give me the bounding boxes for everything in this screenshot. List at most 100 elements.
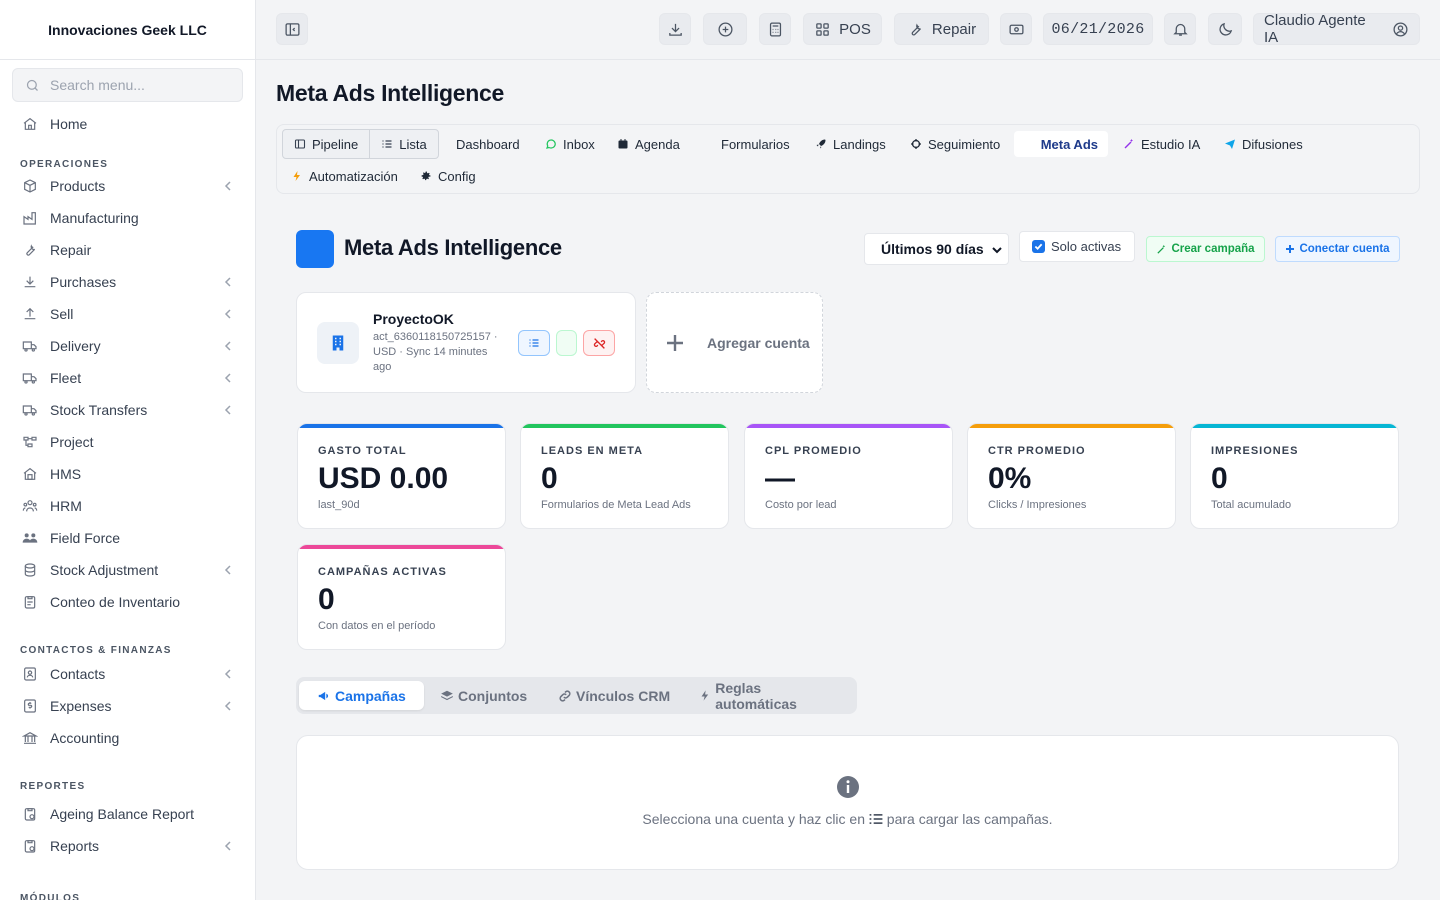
kpi-subtitle: Formularios de Meta Lead Ads xyxy=(541,499,691,511)
user-menu-button[interactable]: Claudio Agente IA xyxy=(1253,12,1420,46)
sidebar-item-reports[interactable]: Reports xyxy=(0,830,255,862)
sidebar-item-stock-transfers[interactable]: Stock Transfers xyxy=(0,394,255,426)
tab-label: Dashboard xyxy=(456,136,520,152)
add-button[interactable] xyxy=(703,13,747,45)
subtab-label: Conjuntos xyxy=(458,687,528,704)
tab-pipeline[interactable]: Pipeline xyxy=(283,130,369,158)
truck-icon xyxy=(22,373,37,384)
sidebar-item-contacts[interactable]: Contacts xyxy=(0,658,255,690)
subtab-vinculos-crm[interactable]: Vínculos CRM xyxy=(540,681,688,710)
chevron-left-icon xyxy=(224,341,231,351)
campaigns-empty-state: Selecciona una cuenta y haz clic en para… xyxy=(296,735,1399,870)
tab-lista[interactable]: Lista xyxy=(369,130,437,158)
box-icon xyxy=(24,179,36,193)
add-account-card[interactable]: Agregar cuenta xyxy=(646,292,823,393)
tab-meta-ads[interactable]: Meta Ads xyxy=(1014,131,1108,157)
sidebar-item-label: Manufacturing xyxy=(50,210,139,226)
kpi-value: USD 0.00 xyxy=(318,462,449,495)
tab-inbox[interactable]: Inbox xyxy=(535,131,605,157)
database-icon xyxy=(24,563,36,577)
kpi-card: IMPRESIONES 0 Total acumulado xyxy=(1190,423,1399,529)
calculator-button[interactable] xyxy=(759,13,791,45)
sidebar-item-manufacturing[interactable]: Manufacturing xyxy=(0,202,255,234)
people-icon xyxy=(22,533,38,543)
sidebar: Innovaciones Geek LLC Home OPERACIONES P… xyxy=(0,0,256,900)
sidebar-item-hms[interactable]: HMS xyxy=(0,458,255,490)
kpi-value: 0 xyxy=(541,462,558,495)
sidebar-item-products[interactable]: Products xyxy=(0,170,255,202)
unlink-account-button[interactable] xyxy=(583,330,615,356)
bank-icon xyxy=(22,731,38,744)
tab-automatizacion[interactable]: Automatización xyxy=(281,163,408,189)
sidebar-item-conteo-inventario[interactable]: Conteo de Inventario xyxy=(0,586,255,618)
sidebar-item-label: Products xyxy=(50,178,106,194)
subtab-conjuntos[interactable]: Conjuntos xyxy=(422,681,545,710)
sidebar-item-hrm[interactable]: HRM xyxy=(0,490,255,522)
notifications-button[interactable] xyxy=(1164,13,1196,45)
sidebar-item-purchases[interactable]: Purchases xyxy=(0,266,255,298)
tab-landings[interactable]: Landings xyxy=(805,131,896,157)
subtab-label: Reglas automáticas xyxy=(715,679,797,712)
view-toggle: Pipeline Lista xyxy=(282,129,439,159)
module-tabs: Pipeline Lista Dashboard Inbox Agenda Fo… xyxy=(276,124,1420,194)
kpi-card: LEADS EN META 0 Formularios de Meta Lead… xyxy=(520,423,729,529)
sidebar-item-label: Home xyxy=(50,116,88,132)
load-campaigns-button[interactable] xyxy=(518,330,550,356)
link-icon xyxy=(559,690,571,701)
date-range-select[interactable]: Últimos 90 días xyxy=(864,233,1009,265)
tab-dashboard[interactable]: Dashboard xyxy=(446,131,530,157)
sidebar-item-ageing-report[interactable]: Ageing Balance Report xyxy=(0,798,255,830)
tab-formularios[interactable]: Formularios xyxy=(711,131,800,157)
crosshair-icon xyxy=(911,139,921,149)
toggle-sidebar-button[interactable] xyxy=(276,13,308,45)
project-icon xyxy=(23,436,37,448)
date-display[interactable]: 06/21/2026 xyxy=(1043,13,1153,45)
campaign-subtabs: Campañas Conjuntos Vínculos CRM Reglas a… xyxy=(296,677,857,714)
repair-button[interactable]: Repair xyxy=(894,13,989,45)
subtab-campanas[interactable]: Campañas xyxy=(299,681,424,710)
section-operaciones: OPERACIONES xyxy=(20,159,109,170)
cash-button[interactable] xyxy=(1000,13,1032,45)
sidebar-item-delivery[interactable]: Delivery xyxy=(0,330,255,362)
tab-agenda[interactable]: Agenda xyxy=(607,131,690,157)
sidebar-item-field-force[interactable]: Field Force xyxy=(0,522,255,554)
chevron-left-icon xyxy=(224,565,231,575)
dark-mode-button[interactable] xyxy=(1208,13,1242,45)
section-title: Meta Ads Intelligence xyxy=(344,235,562,260)
tab-label: Pipeline xyxy=(312,136,359,152)
pos-button[interactable]: POS xyxy=(803,13,882,45)
repair-label: Repair xyxy=(931,20,977,38)
kpi-card: GASTO TOTAL USD 0.00 last_90d xyxy=(297,423,506,529)
gear-icon xyxy=(421,171,431,181)
tab-config[interactable]: Config xyxy=(410,163,486,189)
solo-activas-checkbox[interactable]: Solo activas xyxy=(1019,231,1135,262)
list-icon xyxy=(869,814,883,824)
rocket-icon xyxy=(816,139,826,149)
tab-estudio-ia[interactable]: Estudio IA xyxy=(1113,131,1210,157)
sidebar-item-fleet[interactable]: Fleet xyxy=(0,362,255,394)
list-icon xyxy=(529,339,539,347)
sidebar-item-home[interactable]: Home xyxy=(0,108,255,140)
kpi-card: CTR PROMEDIO 0% Clicks / Impresiones xyxy=(967,423,1176,529)
sidebar-item-label: Repair xyxy=(50,242,92,258)
user-name: Claudio Agente IA xyxy=(1264,12,1366,46)
account-card[interactable]: ProyectoOK act_6360118150725157 · USD · … xyxy=(296,292,636,393)
connect-account-button[interactable]: Conectar cuenta xyxy=(1275,236,1400,262)
sidebar-item-expenses[interactable]: Expenses xyxy=(0,690,255,722)
sidebar-search[interactable] xyxy=(12,68,243,102)
sidebar-item-stock-adjustment[interactable]: Stock Adjustment xyxy=(0,554,255,586)
search-input[interactable] xyxy=(50,77,230,93)
sidebar-item-project[interactable]: Project xyxy=(0,426,255,458)
create-campaign-button[interactable]: Crear campaña xyxy=(1146,236,1265,262)
empty-message-after: para cargar las campañas. xyxy=(886,811,1053,827)
unlink-icon xyxy=(593,337,605,349)
tab-seguimiento[interactable]: Seguimiento xyxy=(900,131,1010,157)
sidebar-item-repair[interactable]: Repair xyxy=(0,234,255,266)
sidebar-item-accounting[interactable]: Accounting xyxy=(0,722,255,754)
tab-difusiones[interactable]: Difusiones xyxy=(1214,131,1313,157)
sync-account-button[interactable] xyxy=(556,330,577,356)
sidebar-item-sell[interactable]: Sell xyxy=(0,298,255,330)
download-button[interactable] xyxy=(659,13,691,45)
subtab-reglas[interactable]: Reglas automáticas xyxy=(681,679,857,712)
sidebar-item-label: Delivery xyxy=(50,338,101,354)
